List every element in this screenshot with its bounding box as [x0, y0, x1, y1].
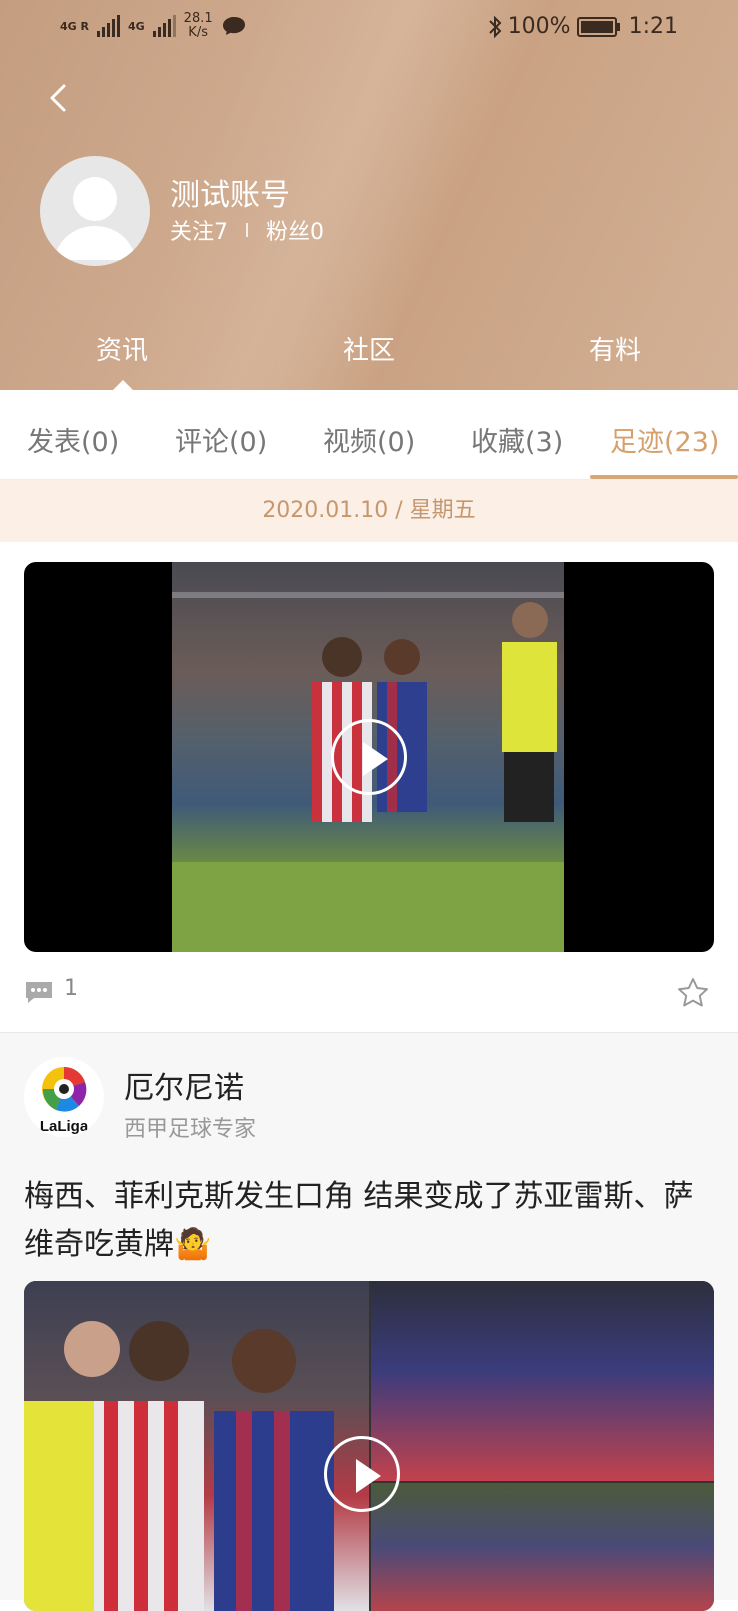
speed-unit: K/s	[188, 25, 208, 40]
laliga-logo-icon: LaLiga	[40, 1066, 89, 1135]
author-name[interactable]: 厄尔尼诺	[124, 1063, 244, 1107]
sub-tab-bar: 发表(0) 评论(0) 视频(0) 收藏(3) 足迹(23)	[0, 390, 738, 480]
battery-icon	[576, 16, 620, 37]
svg-text:LaLiga: LaLiga	[40, 1118, 89, 1135]
battery-percent: 100%	[507, 14, 571, 39]
play-button-icon[interactable]	[331, 719, 407, 795]
favorite-star-icon[interactable]	[676, 976, 710, 1010]
speed-value: 28.1	[183, 11, 213, 26]
network-speed: 28.1 K/s	[184, 12, 213, 40]
play-button-icon[interactable]	[324, 1436, 400, 1512]
video-frame-image	[371, 1281, 714, 1481]
video-thumbnail[interactable]	[24, 562, 714, 952]
follow-stats: 关注7 粉丝0	[170, 214, 324, 246]
subtab-history[interactable]: 足迹(23)	[610, 420, 719, 459]
stats-divider	[246, 223, 248, 237]
players-illustration	[24, 1321, 334, 1611]
profile-header: 4G R 4G 28.1 K/s 100% 1:21 测试账号 关注7 粉丝0 资…	[0, 0, 738, 390]
comment-icon[interactable]	[24, 980, 54, 1004]
signal-icon	[96, 15, 120, 37]
author-avatar[interactable]: LaLiga	[24, 1057, 104, 1137]
video-thumbnail[interactable]	[24, 1281, 714, 1611]
username: 测试账号	[170, 178, 290, 213]
post-card[interactable]: LaLiga 厄尔尼诺 西甲足球专家 梅西、菲利克斯发生口角 结果变成了苏亚雷斯…	[0, 1033, 738, 1611]
user-avatar[interactable]	[40, 156, 150, 266]
video-frame-image	[371, 1483, 714, 1611]
comment-count: 1	[64, 976, 78, 1001]
author-subtitle: 西甲足球专家	[124, 1117, 257, 1142]
status-bar: 4G R 4G 28.1 K/s 100% 1:21	[0, 0, 738, 54]
subtab-videos[interactable]: 视频(0)	[323, 420, 415, 459]
back-arrow-icon[interactable]	[40, 80, 76, 116]
tab-youliao[interactable]: 有料	[555, 330, 675, 367]
chat-bubble-icon	[222, 17, 245, 35]
network-type-1: 4G R	[60, 19, 89, 33]
active-tab-indicator	[112, 380, 134, 390]
tab-community[interactable]: 社区	[309, 330, 429, 367]
post-actions: 1	[0, 970, 738, 1030]
clock: 1:21	[628, 14, 678, 39]
network-type-2: 4G	[127, 19, 145, 33]
signal-icon-2	[152, 15, 176, 37]
subtab-favorites[interactable]: 收藏(3)	[471, 420, 563, 459]
bluetooth-icon	[488, 15, 502, 38]
default-avatar-icon	[54, 177, 136, 260]
video-frame-image	[24, 1281, 369, 1611]
subtab-comments[interactable]: 评论(0)	[175, 420, 267, 459]
fans-count[interactable]: 粉丝0	[266, 214, 324, 246]
following-count[interactable]: 关注7	[170, 214, 228, 246]
post-title[interactable]: 梅西、菲利克斯发生口角 结果变成了苏亚雷斯、萨维奇吃黄牌🤷	[24, 1173, 714, 1269]
main-tab-bar: 资讯 社区 有料	[0, 320, 738, 390]
tab-news[interactable]: 资讯	[62, 330, 182, 367]
subtab-posts[interactable]: 发表(0)	[27, 420, 119, 459]
date-header: 2020.01.10 / 星期五	[0, 480, 738, 542]
